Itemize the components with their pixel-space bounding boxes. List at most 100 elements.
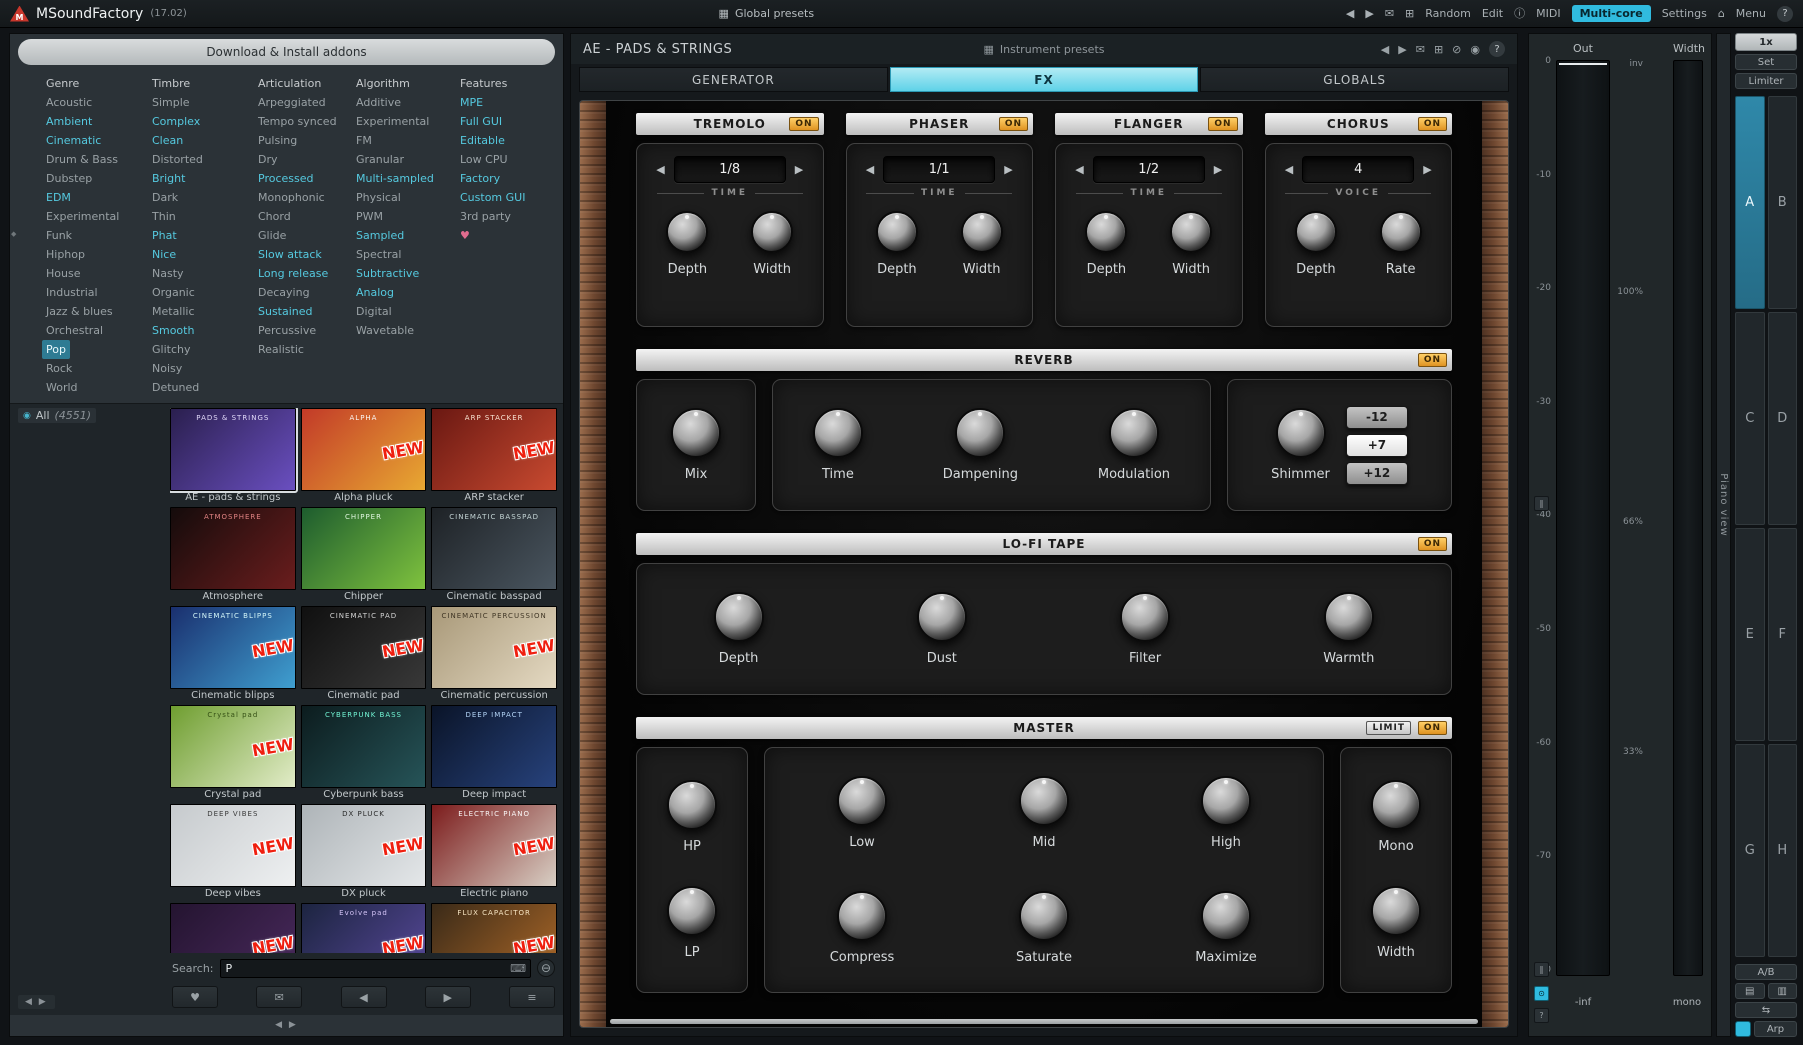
previous-preset-button[interactable]: ◀ bbox=[341, 986, 387, 1008]
tag-chord[interactable]: Chord bbox=[254, 207, 295, 226]
tag-digital[interactable]: Digital bbox=[352, 302, 396, 321]
menu-button[interactable]: Menu bbox=[1736, 7, 1766, 20]
tag-multi-sampled[interactable]: Multi-sampled bbox=[352, 169, 438, 188]
tag-glide[interactable]: Glide bbox=[254, 226, 290, 245]
tag-arpeggiated[interactable]: Arpeggiated bbox=[254, 93, 330, 112]
browser-menu-button[interactable]: ≡ bbox=[509, 986, 555, 1008]
tag-drum-bass[interactable]: Drum & Bass bbox=[42, 150, 122, 169]
master-limit-button[interactable]: LIMIT bbox=[1366, 721, 1411, 735]
instrument-presets-button[interactable]: ▦ Instrument presets bbox=[984, 43, 1105, 56]
master-eq-box-compress-knob[interactable] bbox=[837, 891, 887, 941]
global-presets-button[interactable]: ▦ Global presets bbox=[719, 7, 815, 20]
tremolo-on-button[interactable]: ON bbox=[789, 117, 818, 131]
meter-help-button[interactable]: ? bbox=[1534, 1008, 1549, 1023]
set-button[interactable]: Set bbox=[1735, 54, 1797, 70]
preset-tile-atmosphere[interactable]: ATMOSPHEREAtmosphere bbox=[170, 507, 296, 604]
tremolo-value-prev-button[interactable]: ◀ bbox=[656, 163, 664, 176]
bank-d[interactable]: D bbox=[1768, 312, 1798, 525]
tag-clean[interactable]: Clean bbox=[148, 131, 187, 150]
phaser-value-display[interactable]: 1/1 bbox=[883, 156, 995, 183]
tab-fx[interactable]: FX bbox=[890, 67, 1199, 92]
piano-view-tab[interactable]: Piano view bbox=[1716, 33, 1731, 1037]
tag-physical[interactable]: Physical bbox=[352, 188, 405, 207]
next-preset-button[interactable]: ▶ bbox=[425, 986, 471, 1008]
settings-button[interactable]: Settings bbox=[1662, 7, 1707, 20]
tag-additive[interactable]: Additive bbox=[352, 93, 405, 112]
submit-preset-button[interactable]: ✉ bbox=[256, 986, 302, 1008]
bank-c[interactable]: C bbox=[1735, 312, 1765, 525]
meter-power-button[interactable]: ⊙ bbox=[1534, 986, 1549, 1001]
bank-f[interactable]: F bbox=[1768, 528, 1798, 741]
master-filter-box-lp-knob[interactable] bbox=[667, 886, 717, 936]
help-icon[interactable]: ? bbox=[1777, 6, 1793, 22]
shimmer-pitch-minus-12[interactable]: -12 bbox=[1346, 406, 1408, 429]
tag-experimental[interactable]: Experimental bbox=[352, 112, 433, 131]
message-icon[interactable]: ✉ bbox=[1385, 8, 1394, 19]
info-icon[interactable]: ⓘ bbox=[1514, 8, 1525, 19]
tremolo-depth-knob[interactable] bbox=[666, 211, 708, 253]
prev-arrow-icon[interactable]: ◀ bbox=[1381, 44, 1389, 55]
reverb-main-box-dampening-knob[interactable] bbox=[955, 408, 1005, 458]
tag-low-cpu[interactable]: Low CPU bbox=[456, 150, 512, 169]
bank-e[interactable]: E bbox=[1735, 528, 1765, 741]
shimmer-pitch-plusminus-7[interactable]: +7 bbox=[1346, 434, 1408, 457]
shimmer-pitch-plusminus-12[interactable]: +12 bbox=[1346, 462, 1408, 485]
lofi-tape-box-depth-knob[interactable] bbox=[714, 592, 764, 642]
flanger-value-prev-button[interactable]: ◀ bbox=[1075, 163, 1083, 176]
preset-tile-deep-impact[interactable]: DEEP IMPACTDeep impact bbox=[431, 705, 557, 802]
preset-tile-cinematic-blipps[interactable]: CINEMATIC BLIPPSNEWCinematic blipps bbox=[170, 606, 296, 703]
tag-wavetable[interactable]: Wavetable bbox=[352, 321, 418, 340]
tag-fm[interactable]: FM bbox=[352, 131, 376, 150]
flanger-depth-knob[interactable] bbox=[1085, 211, 1127, 253]
bank-b[interactable]: B bbox=[1768, 96, 1798, 309]
tag-processed[interactable]: Processed bbox=[254, 169, 317, 188]
phaser-value-next-button[interactable]: ▶ bbox=[1004, 163, 1012, 176]
lofi-tape-on-button[interactable]: ON bbox=[1418, 537, 1447, 551]
browser-scrollbar[interactable]: ◀ ▶ bbox=[268, 1018, 305, 1032]
ab-compare-button[interactable]: A/B bbox=[1735, 964, 1797, 980]
master-eq-box-maximize-knob[interactable] bbox=[1201, 891, 1251, 941]
tag-sustained[interactable]: Sustained bbox=[254, 302, 317, 321]
tremolo-width-knob[interactable] bbox=[751, 211, 793, 253]
tag-subtractive[interactable]: Subtractive bbox=[352, 264, 423, 283]
tag-funk[interactable]: Funk bbox=[42, 226, 76, 245]
bank-g[interactable]: G bbox=[1735, 744, 1765, 957]
next-arrow-icon[interactable]: ▶ bbox=[1398, 44, 1406, 55]
tag-custom-gui[interactable]: Custom GUI bbox=[456, 188, 529, 207]
tab-generator[interactable]: GENERATOR bbox=[579, 67, 888, 92]
clear-search-button[interactable]: ⊖ bbox=[537, 959, 555, 977]
phaser-value-prev-button[interactable]: ◀ bbox=[866, 163, 874, 176]
tag-percussive[interactable]: Percussive bbox=[254, 321, 320, 340]
tag-world[interactable]: World bbox=[42, 378, 82, 397]
tag-experimental[interactable]: Experimental bbox=[42, 207, 123, 226]
preset-tile-ae-pads-strings[interactable]: PADS & STRINGSAE - pads & strings bbox=[170, 408, 296, 505]
tag-glitchy[interactable]: Glitchy bbox=[148, 340, 194, 359]
tag-long-release[interactable]: Long release bbox=[254, 264, 332, 283]
tag-full-gui[interactable]: Full GUI bbox=[456, 112, 506, 131]
preset-tile-row6-17[interactable]: Evolve padNEW bbox=[301, 903, 427, 953]
tag-monophonic[interactable]: Monophonic bbox=[254, 188, 329, 207]
reverb-on-button[interactable]: ON bbox=[1418, 353, 1447, 367]
tab-globals[interactable]: GLOBALS bbox=[1200, 67, 1509, 92]
preset-tile-cyberpunk-bass[interactable]: CYBERPUNK BASSCyberpunk bass bbox=[301, 705, 427, 802]
preset-tile-deep-vibes[interactable]: DEEP VIBESNEWDeep vibes bbox=[170, 804, 296, 901]
tag-3rd-party[interactable]: 3rd party bbox=[456, 207, 515, 226]
tag-pop[interactable]: Pop bbox=[42, 340, 70, 359]
flanger-on-button[interactable]: ON bbox=[1208, 117, 1237, 131]
meter-pause-button[interactable]: ‖ bbox=[1534, 962, 1549, 977]
tag-nice[interactable]: Nice bbox=[148, 245, 180, 264]
panel-collapse-handle[interactable]: ◆ bbox=[11, 230, 16, 238]
preset-tile-row6-16[interactable]: NEW bbox=[170, 903, 296, 953]
tag-realistic[interactable]: Realistic bbox=[254, 340, 308, 359]
melda-logo-icon[interactable]: M bbox=[10, 6, 29, 22]
tag-noisy[interactable]: Noisy bbox=[148, 359, 186, 378]
tag-factory[interactable]: Factory bbox=[456, 169, 504, 188]
tag-metallic[interactable]: Metallic bbox=[148, 302, 199, 321]
phaser-depth-knob[interactable] bbox=[876, 211, 918, 253]
chorus-depth-knob[interactable] bbox=[1295, 211, 1337, 253]
tag-sampled[interactable]: Sampled bbox=[352, 226, 408, 245]
layout-button[interactable]: ▥ bbox=[1768, 983, 1798, 999]
multicore-button[interactable]: Multi-core bbox=[1572, 5, 1651, 22]
bank-h[interactable]: H bbox=[1768, 744, 1798, 957]
chorus-rate-knob[interactable] bbox=[1380, 211, 1422, 253]
